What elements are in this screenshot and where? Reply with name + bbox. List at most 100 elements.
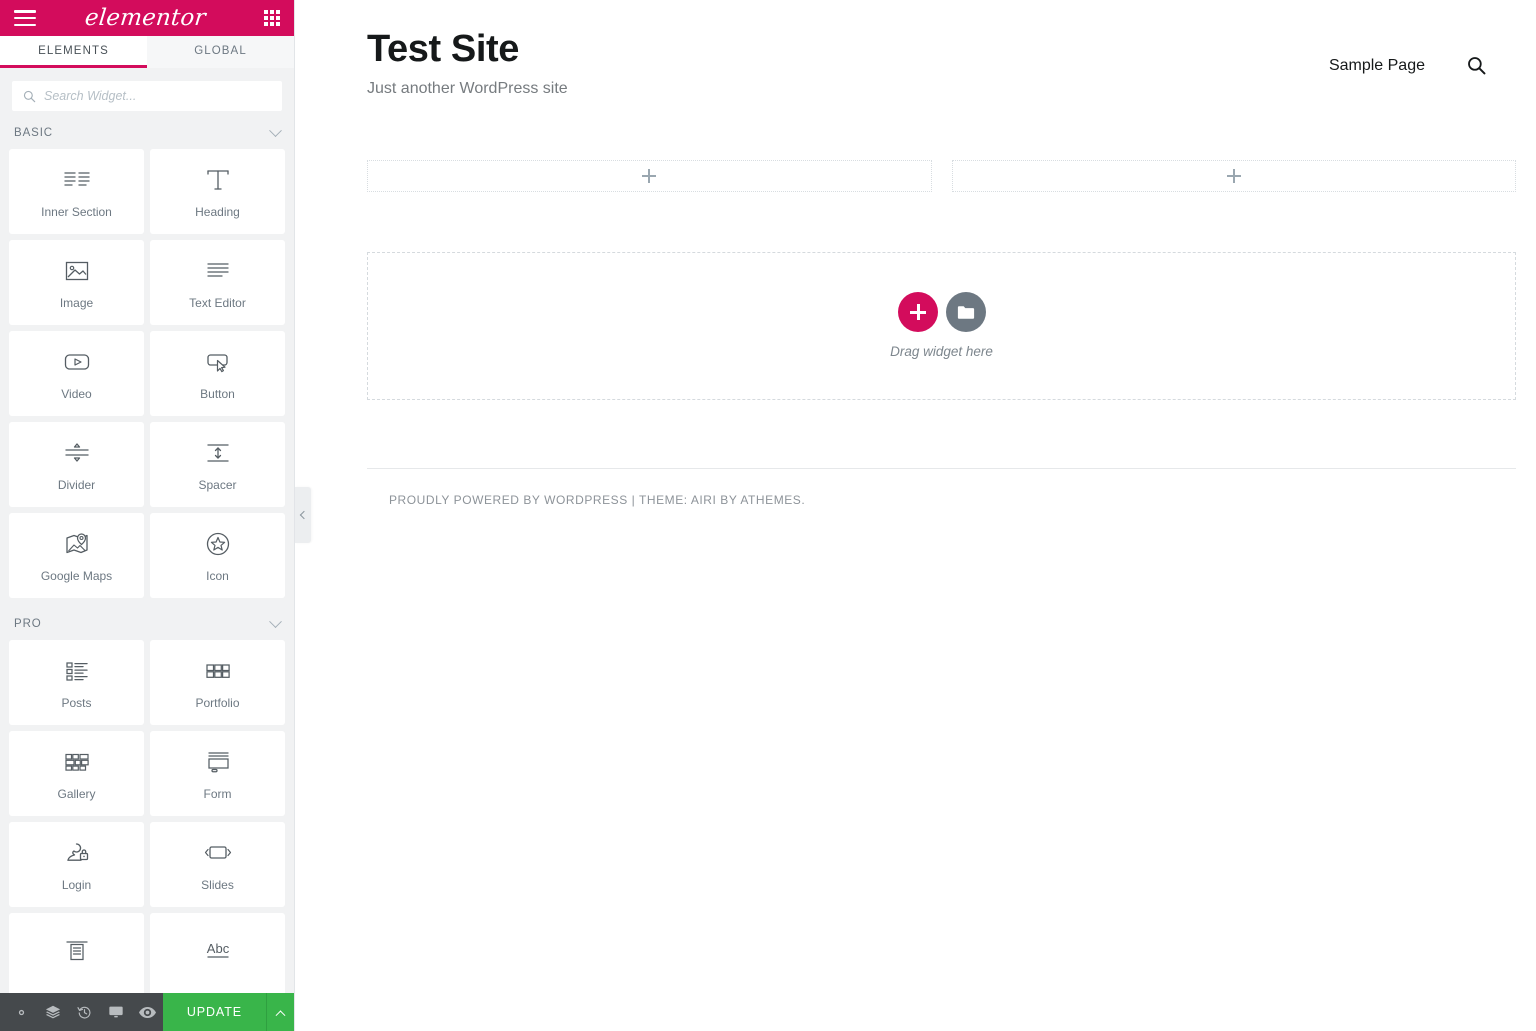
inner-section-icon [63,165,91,195]
add-section-placeholder-left[interactable] [367,160,932,192]
widget-dropzone[interactable]: Drag widget here [367,252,1516,400]
site-branding: Test Site Just another WordPress site [367,28,568,98]
panel-footer-toolbar: UPDATE [0,993,294,1031]
chevron-down-icon [269,615,282,628]
widget-panel: elementor ELEMENTS GLOBAL BASIC [0,0,295,1031]
video-play-icon [63,347,91,377]
add-new-section-button[interactable] [898,292,938,332]
panel-collapse-handle[interactable] [295,487,311,543]
widget-posts[interactable]: Posts [9,640,144,725]
google-maps-pin-icon [63,529,91,559]
widget-spacer[interactable]: Spacer [150,422,285,507]
widget-label: Google Maps [41,569,112,583]
widget-label: Gallery [57,787,95,801]
history-clock-icon[interactable] [69,993,100,1031]
preview-canvas: Test Site Just another WordPress site Sa… [295,0,1536,1031]
site-footer: PROUDLY POWERED BY WORDPRESS | THEME: AI… [367,468,1516,507]
widget-list-scroll[interactable]: BASIC Inne [0,121,294,993]
widget-label: Heading [195,205,240,219]
category-header-pro[interactable]: PRO [0,598,294,640]
search-box[interactable] [12,81,282,111]
widget-label: Icon [206,569,229,583]
dropzone-label: Drag widget here [890,344,993,359]
dropzone-actions [898,292,986,332]
widget-slides[interactable]: Slides [150,822,285,907]
widget-label: Form [204,787,232,801]
slides-icon [203,838,233,868]
button-cursor-icon [204,347,232,377]
caret-up-icon [276,1010,286,1020]
widget-grid-basic: Inner Section Heading [0,149,294,598]
category-header-basic[interactable]: BASIC [0,121,294,149]
grid-apps-icon[interactable] [264,10,280,26]
add-template-button[interactable] [946,292,986,332]
widget-flip-box[interactable] [9,913,144,993]
image-icon [64,256,90,286]
widget-gallery[interactable]: Gallery [9,731,144,816]
star-circle-icon [205,529,231,559]
tab-global[interactable]: GLOBAL [147,36,294,68]
heading-t-icon [205,165,231,195]
tab-elements[interactable]: ELEMENTS [0,36,147,68]
widget-inner-section[interactable]: Inner Section [9,149,144,234]
widget-form[interactable]: Form [150,731,285,816]
add-section-placeholder-right[interactable] [952,160,1517,192]
posts-list-icon [63,656,91,686]
animated-headline-abc-icon: Abc [201,936,235,966]
text-editor-icon [205,256,231,286]
widget-label: Slides [201,878,234,892]
footer-credit-text: PROUDLY POWERED BY WORDPRESS | THEME: AI… [389,493,1516,507]
widget-text-editor[interactable]: Text Editor [150,240,285,325]
search-widget-wrap [0,68,294,121]
update-options-button[interactable] [266,993,294,1031]
site-nav: Sample Page [1329,28,1486,75]
widget-icon[interactable]: Icon [150,513,285,598]
widget-label: Posts [61,696,91,710]
widget-button[interactable]: Button [150,331,285,416]
portfolio-grid-icon [204,656,232,686]
widget-google-maps[interactable]: Google Maps [9,513,144,598]
widget-login[interactable]: Login [9,822,144,907]
widget-animated-headline[interactable]: Abc [150,913,285,993]
widget-grid-pro: Posts Portfolio [0,640,294,993]
widget-heading[interactable]: Heading [150,149,285,234]
search-input[interactable] [44,89,271,103]
divider-icon [63,438,91,468]
widget-label: Inner Section [41,205,112,219]
elementor-logo: elementor [26,5,264,31]
plus-icon [910,304,926,320]
update-group: UPDATE [163,993,294,1031]
section-placeholder-row [367,160,1516,192]
widget-video[interactable]: Video [9,331,144,416]
eye-icon[interactable] [131,993,162,1031]
search-icon[interactable] [1467,56,1486,75]
widget-label: Image [60,296,93,310]
canvas-body: Drag widget here PROUDLY POWERED BY WORD… [295,160,1536,507]
plus-icon [1227,169,1241,183]
category-title-pro: PRO [14,618,42,630]
widget-portfolio[interactable]: Portfolio [150,640,285,725]
layers-icon[interactable] [37,993,68,1031]
widget-label: Login [62,878,91,892]
widget-label: Spacer [198,478,236,492]
plus-icon [642,169,656,183]
svg-text:Abc: Abc [206,941,229,956]
widget-label: Button [200,387,235,401]
folder-icon [957,305,975,320]
widget-divider[interactable]: Divider [9,422,144,507]
widget-label: Text Editor [189,296,246,310]
flip-box-icon [63,936,91,966]
monitor-icon[interactable] [100,993,131,1031]
panel-header: elementor [0,0,294,36]
update-button[interactable]: UPDATE [163,993,266,1031]
panel-tabs: ELEMENTS GLOBAL [0,36,294,68]
category-title-basic: BASIC [14,127,53,139]
widget-label: Divider [58,478,95,492]
gear-icon[interactable] [6,993,37,1031]
elementor-logo-text: elementor [83,5,206,31]
widget-image[interactable]: Image [9,240,144,325]
widget-label: Video [61,387,91,401]
nav-link-sample-page[interactable]: Sample Page [1329,57,1425,75]
login-user-lock-icon [63,838,91,868]
widget-label: Portfolio [195,696,239,710]
